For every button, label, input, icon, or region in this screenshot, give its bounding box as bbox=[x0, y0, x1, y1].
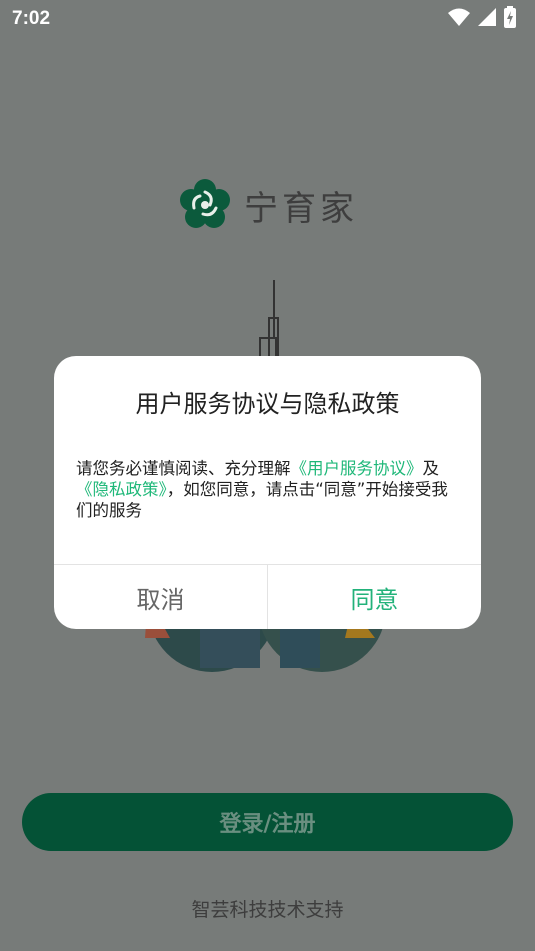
privacy-dialog: 用户服务协议与隐私政策 请您务必谨慎阅读、充分理解《用户服务协议》及《隐私政策》… bbox=[54, 356, 481, 629]
status-time: 7:02 bbox=[12, 8, 51, 29]
login-register-button[interactable]: 登录/注册 bbox=[22, 793, 513, 851]
agree-button[interactable]: 同意 bbox=[268, 565, 481, 629]
cancel-button[interactable]: 取消 bbox=[54, 565, 267, 629]
wifi-icon bbox=[448, 8, 470, 26]
battery-charging-icon bbox=[504, 6, 516, 28]
dialog-title: 用户服务协议与隐私政策 bbox=[135, 390, 400, 418]
user-agreement-link[interactable]: 《用户服务协议》 bbox=[291, 459, 423, 478]
status-icons bbox=[447, 6, 517, 28]
dialog-body-and: 及 bbox=[422, 459, 440, 478]
support-text: 智芸科技技术支持 bbox=[191, 899, 344, 921]
status-bar: 7:02 bbox=[0, 0, 535, 36]
plum-blossom-logo-icon bbox=[180, 179, 230, 228]
dialog-body-prefix: 请您务必谨慎阅读、充分理解 bbox=[76, 459, 291, 478]
dialog-body: 请您务必谨慎阅读、充分理解《用户服务协议》及《隐私政策》，如您同意，请点击“同意… bbox=[76, 458, 461, 521]
signal-icon bbox=[478, 8, 496, 26]
app-logo: 宁育家 bbox=[178, 178, 358, 232]
privacy-policy-link[interactable]: 《隐私政策》 bbox=[76, 480, 167, 499]
app-name: 宁育家 bbox=[244, 188, 358, 229]
